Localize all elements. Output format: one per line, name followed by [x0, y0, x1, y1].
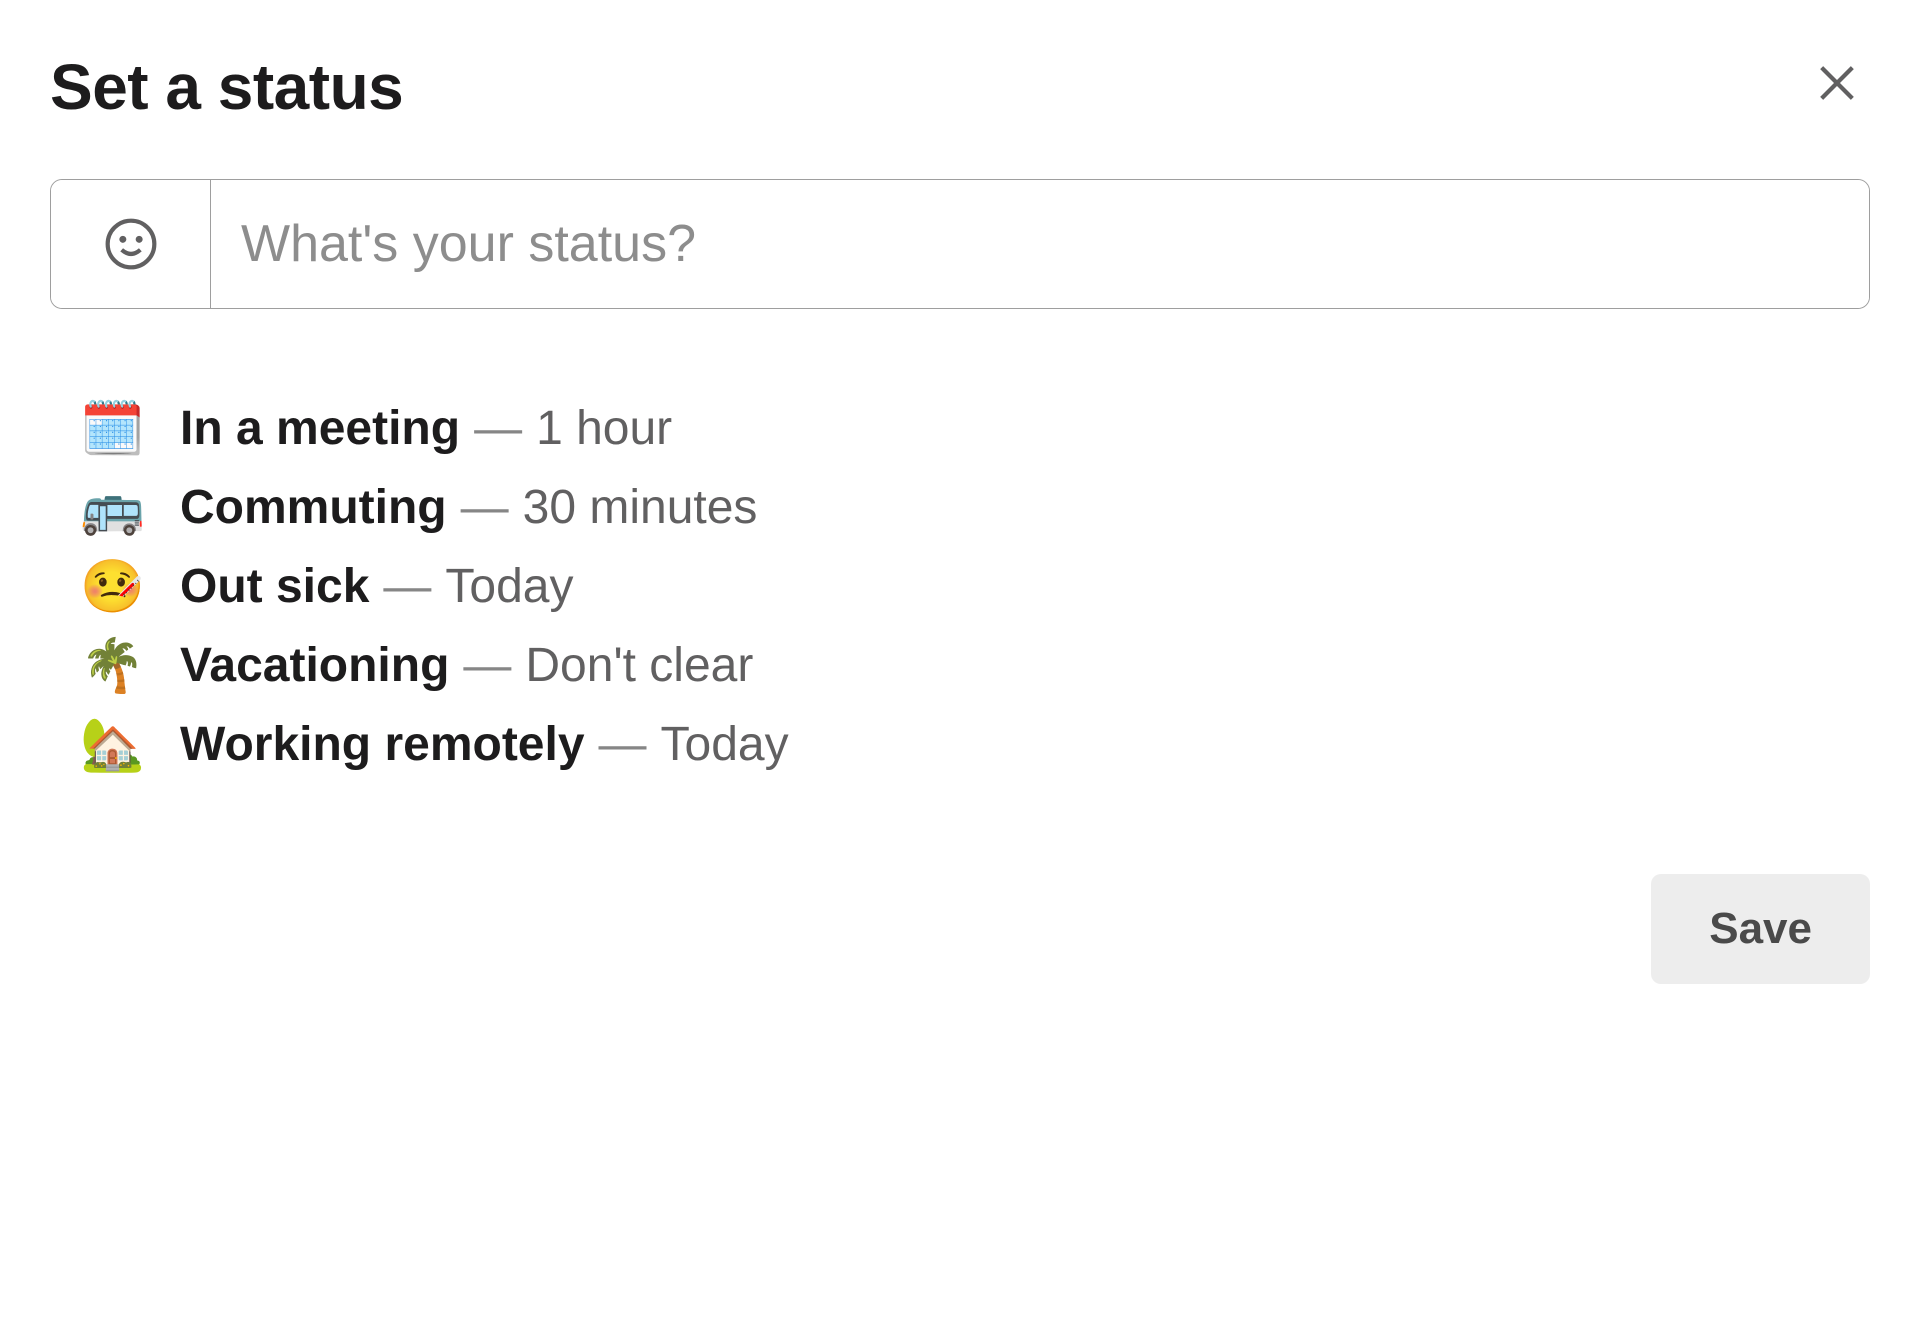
status-suggestion-vacationing[interactable]: 🌴 Vacationing — Don't clear	[80, 626, 1870, 705]
suggestion-separator: —	[461, 480, 509, 535]
suggestion-separator: —	[463, 638, 511, 693]
suggestion-label: Working remotely	[180, 717, 585, 772]
save-button[interactable]: Save	[1651, 874, 1870, 984]
status-input[interactable]	[211, 180, 1869, 308]
dialog-header: Set a status	[50, 50, 1870, 124]
status-suggestion-out-sick[interactable]: 🤒 Out sick — Today	[80, 547, 1870, 626]
dialog-footer: Save	[50, 874, 1870, 984]
suggestion-duration: 1 hour	[536, 401, 672, 456]
suggestion-text: Vacationing — Don't clear	[180, 638, 753, 693]
status-suggestion-working-remotely[interactable]: 🏡 Working remotely — Today	[80, 705, 1870, 784]
close-icon	[1814, 60, 1860, 106]
status-suggestions-list: 🗓️ In a meeting — 1 hour 🚌 Commuting — 3…	[50, 389, 1870, 784]
suggestion-duration: Don't clear	[525, 638, 753, 693]
calendar-icon: 🗓️	[80, 403, 180, 455]
sick-face-icon: 🤒	[80, 561, 180, 613]
status-input-row	[50, 179, 1870, 309]
suggestion-separator: —	[599, 717, 647, 772]
suggestion-duration: Today	[445, 559, 573, 614]
suggestion-duration: Today	[661, 717, 789, 772]
suggestion-text: In a meeting — 1 hour	[180, 401, 672, 456]
emoji-picker-button[interactable]	[51, 180, 211, 308]
status-suggestion-commuting[interactable]: 🚌 Commuting — 30 minutes	[80, 468, 1870, 547]
suggestion-label: Out sick	[180, 559, 369, 614]
bus-icon: 🚌	[80, 482, 180, 534]
suggestion-text: Commuting — 30 minutes	[180, 480, 757, 535]
suggestion-separator: —	[383, 559, 431, 614]
close-button[interactable]	[1804, 50, 1870, 116]
palm-tree-icon: 🌴	[80, 640, 180, 692]
suggestion-separator: —	[474, 401, 522, 456]
suggestion-text: Out sick — Today	[180, 559, 574, 614]
house-garden-icon: 🏡	[80, 719, 180, 771]
suggestion-label: Commuting	[180, 480, 447, 535]
suggestion-label: Vacationing	[180, 638, 449, 693]
status-suggestion-in-a-meeting[interactable]: 🗓️ In a meeting — 1 hour	[80, 389, 1870, 468]
suggestion-duration: 30 minutes	[523, 480, 758, 535]
dialog-title: Set a status	[50, 50, 403, 124]
suggestion-label: In a meeting	[180, 401, 460, 456]
suggestion-text: Working remotely — Today	[180, 717, 789, 772]
smiley-icon	[103, 216, 159, 272]
